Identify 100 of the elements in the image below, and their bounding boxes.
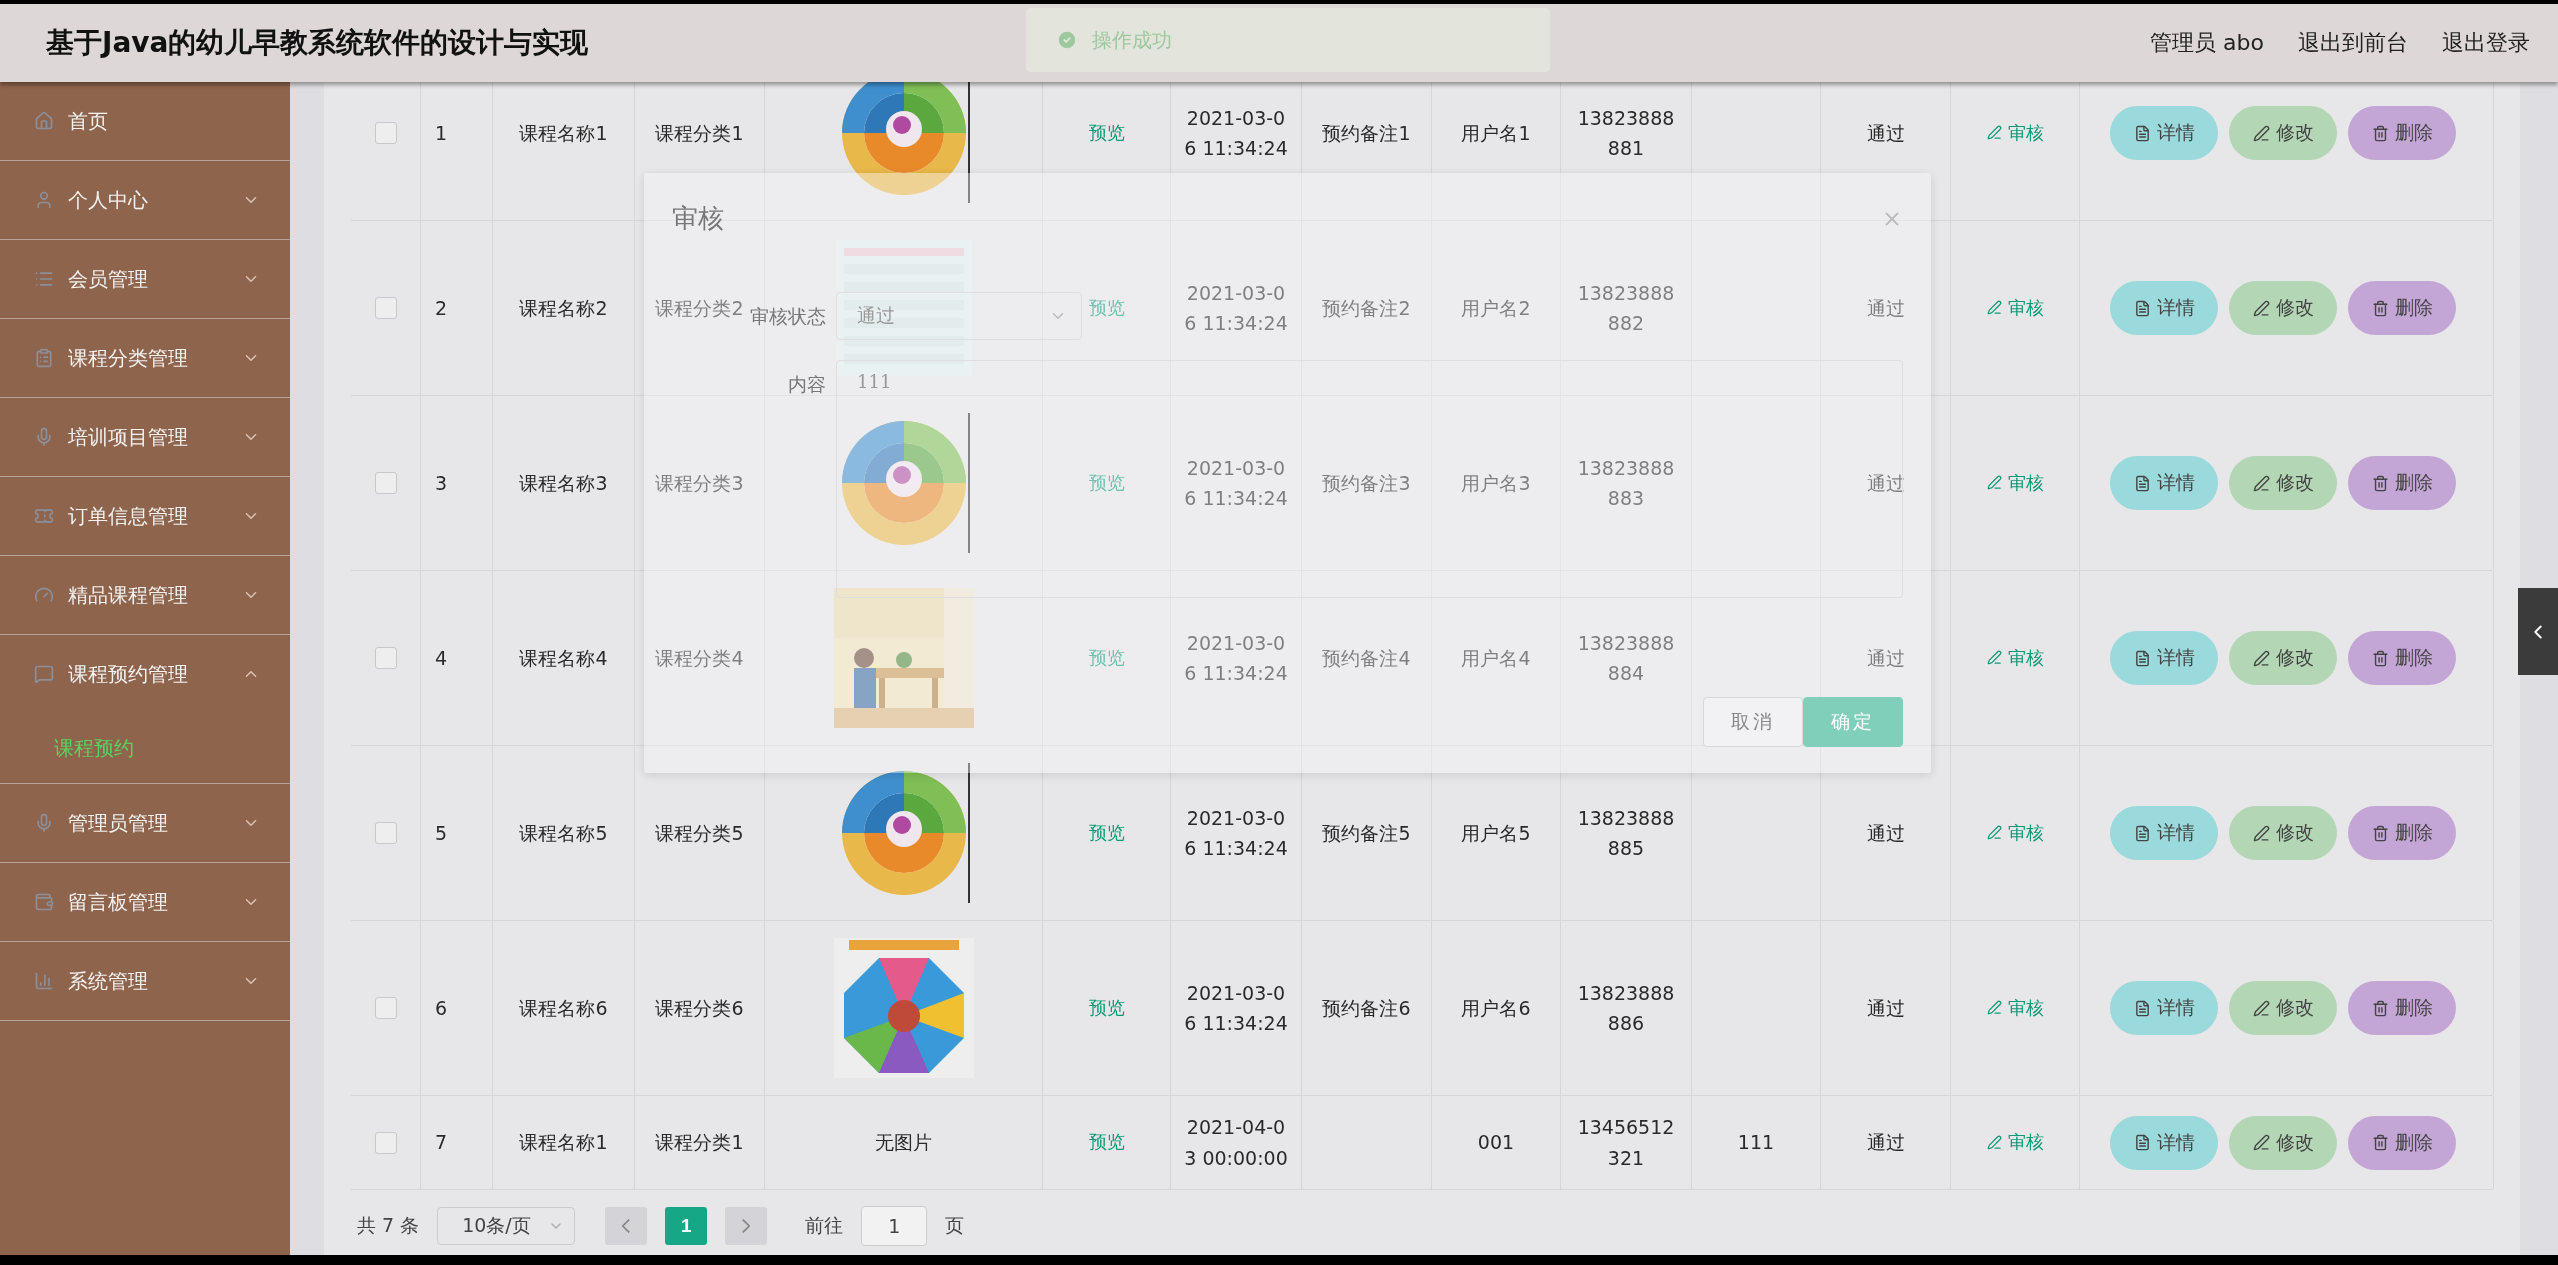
details-button[interactable]: 详情 [2110,981,2218,1035]
table-cell-text: 用户名2 [1461,295,1531,321]
table-cell-text: 预约备注2 [1322,295,1411,321]
field-label: 审核状态 [750,304,826,329]
details-button[interactable]: 详情 [2110,806,2218,860]
details-button[interactable]: 详情 [2110,106,2218,160]
table-cell-text: 13823888881 [1577,105,1675,161]
header-link[interactable]: 退出到前台 [2298,28,2408,58]
table-cell-text: 课程分类1 [655,1130,744,1156]
pencil-icon [1986,1000,2002,1016]
status-select[interactable]: 通过 [836,292,1082,340]
page-button[interactable]: 1 [665,1207,708,1245]
table-cell-text: 13823888885 [1577,805,1675,861]
preview-link[interactable]: 预览 [1088,818,1125,848]
checkbox[interactable] [374,1131,397,1154]
table-cell-text: 课程名称6 [519,995,608,1021]
preview-link[interactable]: 预览 [1088,118,1125,148]
table-cell-text: 课程分类2 [655,295,744,321]
checkbox[interactable] [374,472,397,494]
header-link[interactable]: 管理员 abo [2150,28,2264,58]
table-cell-text: 课程名称4 [519,645,608,671]
table-cell-text: 13823888884 [1577,630,1675,686]
table-cell-text: 通过 [1866,120,1905,146]
prev-page-button[interactable] [605,1207,648,1245]
table-cell-text: 课程名称1 [519,1130,608,1156]
edit-button[interactable]: 修改 [2229,456,2337,510]
audit-link[interactable]: 审核 [1986,293,2044,323]
table-cell-text: 2021-03-06 11:34:24 [1184,280,1288,336]
edit-button[interactable]: 修改 [2229,981,2337,1035]
checkbox[interactable] [374,822,397,844]
trash-icon [2371,124,2389,142]
table-cell-text: 3 [435,470,448,496]
pencil-icon [1986,475,2002,491]
microphone-icon [34,813,54,833]
table-cell-text: 2021-03-06 11:34:24 [1184,105,1288,161]
table-cell-text: 用户名3 [1461,470,1531,496]
delete-button[interactable]: 删除 [2348,456,2456,510]
document-icon [2133,474,2151,492]
sidebar-subitem[interactable]: 课程预约 [0,713,290,783]
delete-button[interactable]: 删除 [2348,631,2456,685]
checkbox[interactable] [374,297,397,319]
check-circle-icon [1056,29,1078,51]
header-link[interactable]: 退出登录 [2442,28,2530,58]
app-title: 基于Java的幼儿早教系统软件的设计与实现 [46,25,589,61]
details-button[interactable]: 详情 [2110,281,2218,335]
list-icon [34,269,54,289]
sidebar-item[interactable]: 课程预约管理 [0,635,290,713]
trash-icon [2371,649,2389,667]
side-toggle[interactable] [2518,588,2558,675]
audit-link[interactable]: 审核 [1986,468,2044,498]
clipboard-icon [34,348,54,368]
edit-button[interactable]: 修改 [2229,1115,2337,1170]
delete-button[interactable]: 删除 [2348,981,2456,1035]
cancel-button[interactable]: 取消 [1703,697,1803,747]
audit-link[interactable]: 审核 [1986,118,2044,148]
audit-link[interactable]: 审核 [1986,993,2044,1023]
audit-link[interactable]: 审核 [1986,643,2044,673]
checkbox[interactable] [374,647,397,669]
page-input[interactable]: 1 [861,1206,928,1246]
table-cell-text: 2021-03-06 11:34:24 [1184,630,1288,686]
edit-button[interactable]: 修改 [2229,281,2337,335]
table-cell-text: 无图片 [875,1130,932,1156]
edit-button[interactable]: 修改 [2229,806,2337,860]
table-cell-text: 2021-03-06 11:34:24 [1184,455,1288,511]
pencil-icon [1986,1135,2002,1150]
delete-button[interactable]: 删除 [2348,806,2456,860]
goto-label: 前往 [805,1213,844,1238]
table-cell-text: 用户名6 [1461,995,1531,1021]
details-button[interactable]: 详情 [2110,456,2218,510]
delete-button[interactable]: 删除 [2348,1115,2456,1170]
trash-icon [2371,999,2389,1017]
table-cell-text: 用户名1 [1461,120,1531,146]
edit-button[interactable]: 修改 [2229,631,2337,685]
audit-link[interactable]: 审核 [1986,818,2044,848]
chat-icon [34,664,54,684]
details-button[interactable]: 详情 [2110,1115,2218,1170]
table-cell-text: 001 [1477,1130,1515,1156]
user-icon [34,190,54,210]
delete-button[interactable]: 删除 [2348,281,2456,335]
table-cell-text: 预约备注5 [1322,820,1411,846]
trash-icon [2371,474,2389,492]
table-cell-text: 课程分类5 [655,820,744,846]
pencil-icon [2252,474,2270,492]
checkbox[interactable] [374,997,397,1019]
table-cell-text: 课程名称3 [519,470,608,496]
dialog-title: 审核 [672,202,724,235]
home-icon [34,111,54,131]
next-page-button[interactable] [725,1207,768,1245]
audit-link[interactable]: 审核 [1986,1128,2044,1157]
checkbox[interactable] [374,122,397,144]
preview-link[interactable]: 预览 [1088,993,1125,1023]
edit-button[interactable]: 修改 [2229,106,2337,160]
details-button[interactable]: 详情 [2110,631,2218,685]
pencil-icon [2252,1134,2270,1151]
document-icon [2133,1134,2151,1151]
table-cell-text: 2021-03-06 11:34:24 [1184,805,1288,861]
document-icon [2133,649,2151,667]
delete-button[interactable]: 删除 [2348,106,2456,160]
page-size-select[interactable]: 10条/页 [437,1207,576,1245]
preview-link[interactable]: 预览 [1088,1128,1125,1157]
